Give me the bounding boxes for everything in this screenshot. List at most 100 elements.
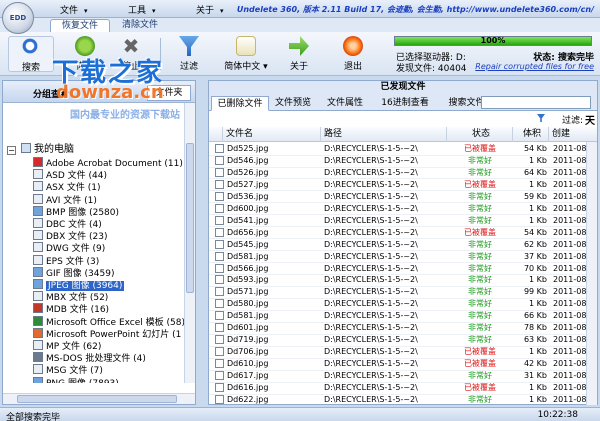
menu-about-label: 关于 (196, 6, 215, 16)
repair-link[interactable]: Repair corrupted files for free (475, 62, 594, 71)
tree-vertical-scrollbar[interactable] (184, 103, 195, 383)
progress-text: 100% (480, 36, 506, 45)
tab-wipe-files[interactable]: 清除文件 (110, 19, 170, 32)
row-checkbox[interactable] (215, 179, 224, 189)
funnel-icon (179, 36, 199, 56)
tree-item[interactable]: ASX 文件 (1) (33, 181, 101, 193)
row-checkbox[interactable] (215, 227, 224, 237)
row-checkbox[interactable] (215, 323, 224, 333)
scroll-thumb[interactable] (17, 395, 177, 403)
search-button[interactable]: 搜索 (8, 36, 54, 73)
file-type-icon (33, 266, 43, 277)
group-view-panel: 分组查看 文件夹 − 我的电脑 Adobe Acrobat Document (… (2, 80, 196, 405)
menu-about[interactable]: 关于 ▾ (196, 3, 224, 16)
tree-item[interactable]: Microsoft Office Excel 模板 (58) (33, 315, 185, 328)
file-type-icon (33, 218, 43, 228)
arrow-right-icon (289, 36, 309, 56)
row-checkbox[interactable] (215, 359, 224, 369)
tree-horizontal-scrollbar[interactable] (3, 393, 195, 404)
table-vertical-scrollbar[interactable] (586, 142, 597, 405)
row-checkbox[interactable] (215, 275, 224, 285)
found-files-title: 已发现文件 (209, 81, 597, 93)
row-checkbox[interactable] (215, 167, 224, 177)
menu-file[interactable]: 文件 ▾ (60, 3, 88, 16)
row-checkbox[interactable] (215, 335, 224, 345)
row-checkbox[interactable] (215, 311, 224, 321)
stop-button-label: 停止 (121, 62, 140, 72)
website-link[interactable]: Undelete 360, 版本 2.11 Build 17, 会迹勤, 会生勤… (237, 4, 594, 15)
scroll-thumb[interactable] (186, 143, 194, 293)
recover-button-label: 恢复 (75, 62, 94, 72)
tree-item[interactable]: GIF 图像 (3459) (33, 266, 114, 279)
file-type-icon (33, 230, 43, 241)
deleted-files-table: 文件名 路径 状态 体积 创建 Dd525.jpg D:\RECYCLER\S-1… (209, 127, 597, 405)
tree-item[interactable]: Adobe Acrobat Document (11) (33, 157, 183, 169)
row-checkbox[interactable] (215, 287, 224, 297)
tree-item[interactable]: MP 文件 (62) (33, 340, 101, 352)
about-button[interactable]: 关于 (276, 36, 322, 72)
row-checkbox[interactable] (215, 203, 224, 213)
tree-root-my-computer[interactable]: 我的电脑 (21, 143, 74, 155)
tab-hex-view[interactable]: 16进制查看 (375, 96, 435, 111)
chevron-down-icon: ▾ (263, 62, 268, 72)
row-checkbox[interactable] (215, 251, 224, 261)
column-filename[interactable]: 文件名 (223, 127, 321, 142)
column-status[interactable]: 状态 (447, 127, 513, 142)
tree-item-label: Microsoft PowerPoint 幻灯片 (1 (46, 329, 182, 340)
tree-item[interactable]: MSG 文件 (7) (33, 364, 103, 376)
tab-file-preview[interactable]: 文件预览 (271, 96, 315, 111)
tab-deleted-files[interactable]: 已删除文件 (211, 96, 269, 111)
cell-path: D:\RECYCLER\S-1-5-~2\ (324, 394, 418, 404)
filter-label[interactable]: 过滤: (562, 113, 583, 126)
tree-item[interactable]: Microsoft PowerPoint 幻灯片 (1 (33, 327, 182, 340)
row-checkbox[interactable] (215, 263, 224, 273)
tree-item[interactable]: DWG 文件 (9) (33, 242, 105, 254)
tree-item[interactable]: DBC 文件 (4) (33, 218, 102, 230)
row-checkbox[interactable] (215, 144, 224, 153)
filter-clear-button[interactable]: 天 (585, 112, 595, 127)
tab-folders[interactable]: 文件夹 (147, 85, 191, 101)
recover-button[interactable]: 恢复 (62, 36, 108, 72)
row-checkbox[interactable] (215, 383, 224, 392)
column-path[interactable]: 路径 (321, 127, 447, 142)
group-view-header: 分组查看 文件夹 (3, 81, 195, 103)
stop-button[interactable]: ✖ 停止 (108, 36, 154, 72)
tab-file-properties[interactable]: 文件属性 (323, 96, 367, 111)
row-checkbox[interactable] (215, 371, 224, 381)
language-dropdown[interactable]: 简体中文 ▾ (218, 36, 274, 72)
table-row[interactable]: Dd622.jpg D:\RECYCLER\S-1-5-~2\ 非常好 1 Kb 201… (209, 393, 597, 405)
row-checkbox[interactable] (215, 347, 224, 357)
tab-recover-files[interactable]: 恢复文件 (50, 19, 110, 32)
tree-item[interactable]: AVI 文件 (1) (33, 193, 97, 206)
tree-item[interactable]: BMP 图像 (2580) (33, 205, 119, 218)
tree-item[interactable]: JPEG 图像 (3964) (33, 279, 125, 291)
chevron-down-icon: ▾ (84, 7, 88, 15)
power-icon (343, 36, 363, 56)
file-type-icon (33, 364, 43, 375)
tree-item[interactable]: PNG 图像 (7893) (33, 376, 119, 383)
row-checkbox[interactable] (215, 394, 224, 404)
row-checkbox[interactable] (215, 239, 224, 249)
tree-item[interactable]: DBX 文件 (23) (33, 230, 107, 242)
chevron-down-icon: ▾ (220, 7, 224, 15)
tree-item[interactable]: MBX 文件 (52) (33, 291, 108, 303)
exit-button[interactable]: 退出 (330, 36, 376, 72)
menu-tools[interactable]: 工具 ▾ (128, 3, 156, 16)
tree-item[interactable]: EPS 文件 (3) (33, 254, 100, 267)
language-value: 简体中文 (224, 62, 261, 72)
row-checkbox[interactable] (215, 299, 224, 309)
filter-button[interactable]: 过滤 (166, 36, 212, 72)
row-checkbox[interactable] (215, 155, 224, 165)
column-created[interactable]: 创建 (549, 127, 597, 142)
tree-item[interactable]: MS-DOS 批处理文件 (4) (33, 352, 146, 364)
row-checkbox[interactable] (215, 191, 224, 201)
tree-item-label: EPS 文件 (3) (46, 256, 100, 267)
tree-item[interactable]: ASD 文件 (44) (33, 169, 107, 181)
file-type-icon (33, 376, 43, 383)
tree-item-label: DWG 文件 (9) (46, 244, 106, 255)
search-file-input[interactable] (481, 96, 591, 109)
tree-collapse-toggle[interactable]: − (7, 146, 16, 155)
column-size[interactable]: 体积 (513, 127, 549, 142)
row-checkbox[interactable] (215, 215, 224, 225)
tree-item[interactable]: MDB 文件 (16) (33, 303, 109, 315)
